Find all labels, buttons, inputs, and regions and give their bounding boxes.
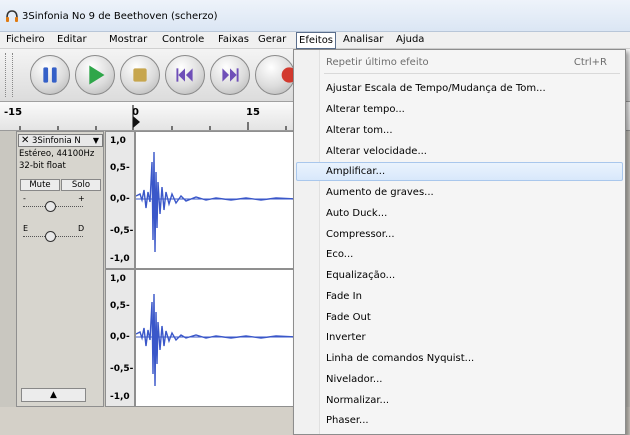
menu-item-auto-duck[interactable]: Auto Duck... <box>296 204 623 223</box>
pan-left-label: E <box>23 224 29 233</box>
pause-icon <box>43 67 57 83</box>
track-name-menu[interactable]: ✕ 3Sinfonia N ▼ <box>18 134 103 147</box>
play-button[interactable] <box>75 55 115 95</box>
gain-plus-label: + <box>78 194 85 203</box>
menu-separator <box>324 73 620 74</box>
stop-icon <box>133 68 147 82</box>
menu-analisar[interactable]: Analisar <box>343 34 383 45</box>
collapse-track-button[interactable]: ▲ <box>21 388 86 402</box>
menu-item-invert[interactable]: Inverter <box>296 328 623 347</box>
mute-button[interactable]: Mute <box>20 179 60 191</box>
gain-minus-label: - <box>23 194 26 203</box>
menu-faixas[interactable]: Faixas <box>218 34 249 45</box>
menu-item-amplify[interactable]: Amplificar... <box>296 162 623 181</box>
menu-item-repeat-last-effect: Repetir último efeito Ctrl+R <box>296 53 623 72</box>
play-icon <box>89 65 105 85</box>
menu-editar[interactable]: Editar <box>57 34 87 45</box>
audacity-app-icon <box>6 10 18 22</box>
vscale-label: -1,0 <box>110 392 130 402</box>
menu-gerar[interactable]: Gerar <box>258 34 286 45</box>
menu-efeitos[interactable]: Efeitos <box>296 32 337 49</box>
vscale-label: 1,0 <box>110 274 126 284</box>
menu-item-change-pitch[interactable]: Alterar tom... <box>296 121 623 140</box>
pan-slider[interactable]: E D <box>23 224 84 244</box>
pause-button[interactable] <box>30 55 70 95</box>
skip-start-button[interactable] <box>165 55 205 95</box>
skip-end-icon <box>222 68 239 82</box>
gain-slider-knob[interactable] <box>45 201 56 212</box>
record-button[interactable] <box>255 55 295 95</box>
menu-item-adjust-tempo-pitch[interactable]: Ajustar Escala de Tempo/Mudança de Tom..… <box>296 79 623 98</box>
menu-ajuda[interactable]: Ajuda <box>396 34 424 45</box>
menu-item-fade-out[interactable]: Fade Out <box>296 308 623 327</box>
track-name: 3Sinfonia N <box>32 136 81 146</box>
window-title: 3Sinfonia No 9 de Beethoven (scherzo) <box>22 11 218 22</box>
ruler-ticks <box>19 105 287 130</box>
track-rate: Estéreo, 44100Hz <box>19 149 95 159</box>
waveform-left-channel[interactable] <box>135 131 296 269</box>
pan-slider-knob[interactable] <box>45 231 56 242</box>
menu-ficheiro[interactable]: Ficheiro <box>6 34 45 45</box>
menu-item-normalize[interactable]: Normalizar... <box>296 391 623 410</box>
menu-item-change-speed[interactable]: Alterar velocidade... <box>296 142 623 161</box>
menu-item-change-tempo[interactable]: Alterar tempo... <box>296 100 623 119</box>
menu-item-shortcut: Ctrl+R <box>573 57 607 68</box>
vscale-label: 0,5- <box>110 163 130 173</box>
vscale-label: -1,0 <box>110 254 130 264</box>
vscale-label: 0,0- <box>110 332 130 342</box>
menu-item-compressor[interactable]: Compressor... <box>296 225 623 244</box>
vertical-scale-right: 1,0 0,5- 0,0- -0,5- -1,0 <box>105 269 135 407</box>
title-bar: 3Sinfonia No 9 de Beethoven (scherzo) <box>0 0 630 32</box>
waveform-right-channel[interactable] <box>135 269 296 407</box>
menu-item-bass-boost[interactable]: Aumento de graves... <box>296 183 623 202</box>
effects-dropdown-menu: Repetir último efeito Ctrl+R Ajustar Esc… <box>293 49 626 435</box>
solo-button[interactable]: Solo <box>61 179 101 191</box>
vscale-label: 0,0- <box>110 194 130 204</box>
gain-slider[interactable]: - + <box>23 194 85 214</box>
waveform-right-svg <box>136 293 296 387</box>
vscale-label: -0,5- <box>110 364 134 374</box>
track-control-panel: ✕ 3Sinfonia N ▼ Estéreo, 44100Hz 32-bit … <box>16 131 104 407</box>
stop-button[interactable] <box>120 55 160 95</box>
record-icon <box>281 67 294 83</box>
waveform-left-svg <box>136 151 296 253</box>
menu-controle[interactable]: Controle <box>162 34 204 45</box>
menu-item-leveler[interactable]: Nivelador... <box>296 370 623 389</box>
skip-end-button[interactable] <box>210 55 250 95</box>
menu-item-label: Repetir último efeito <box>326 57 429 68</box>
toolbar-grip[interactable] <box>5 53 13 97</box>
vscale-label: 0,5- <box>110 301 130 311</box>
menu-bar: Ficheiro Editar Mostrar Controle Faixas … <box>0 32 630 49</box>
vertical-scale-left: 1,0 0,5- 0,0- -0,5- -1,0 <box>105 131 135 269</box>
vscale-label: -0,5- <box>110 226 134 236</box>
skip-start-icon <box>176 68 193 82</box>
menu-item-equalization[interactable]: Equalização... <box>296 266 623 285</box>
menu-item-nyquist-prompt[interactable]: Linha de comandos Nyquist... <box>296 349 623 368</box>
menu-item-phaser[interactable]: Phaser... <box>296 411 623 430</box>
menu-mostrar[interactable]: Mostrar <box>109 34 147 45</box>
menu-item-echo[interactable]: Eco... <box>296 245 623 264</box>
close-track-icon[interactable]: ✕ <box>21 135 29 146</box>
chevron-down-icon: ▼ <box>92 136 99 145</box>
vscale-label: 1,0 <box>110 136 126 146</box>
pan-right-label: D <box>78 224 85 233</box>
track-format: 32-bit float <box>19 161 66 171</box>
menu-item-fade-in[interactable]: Fade In <box>296 287 623 306</box>
